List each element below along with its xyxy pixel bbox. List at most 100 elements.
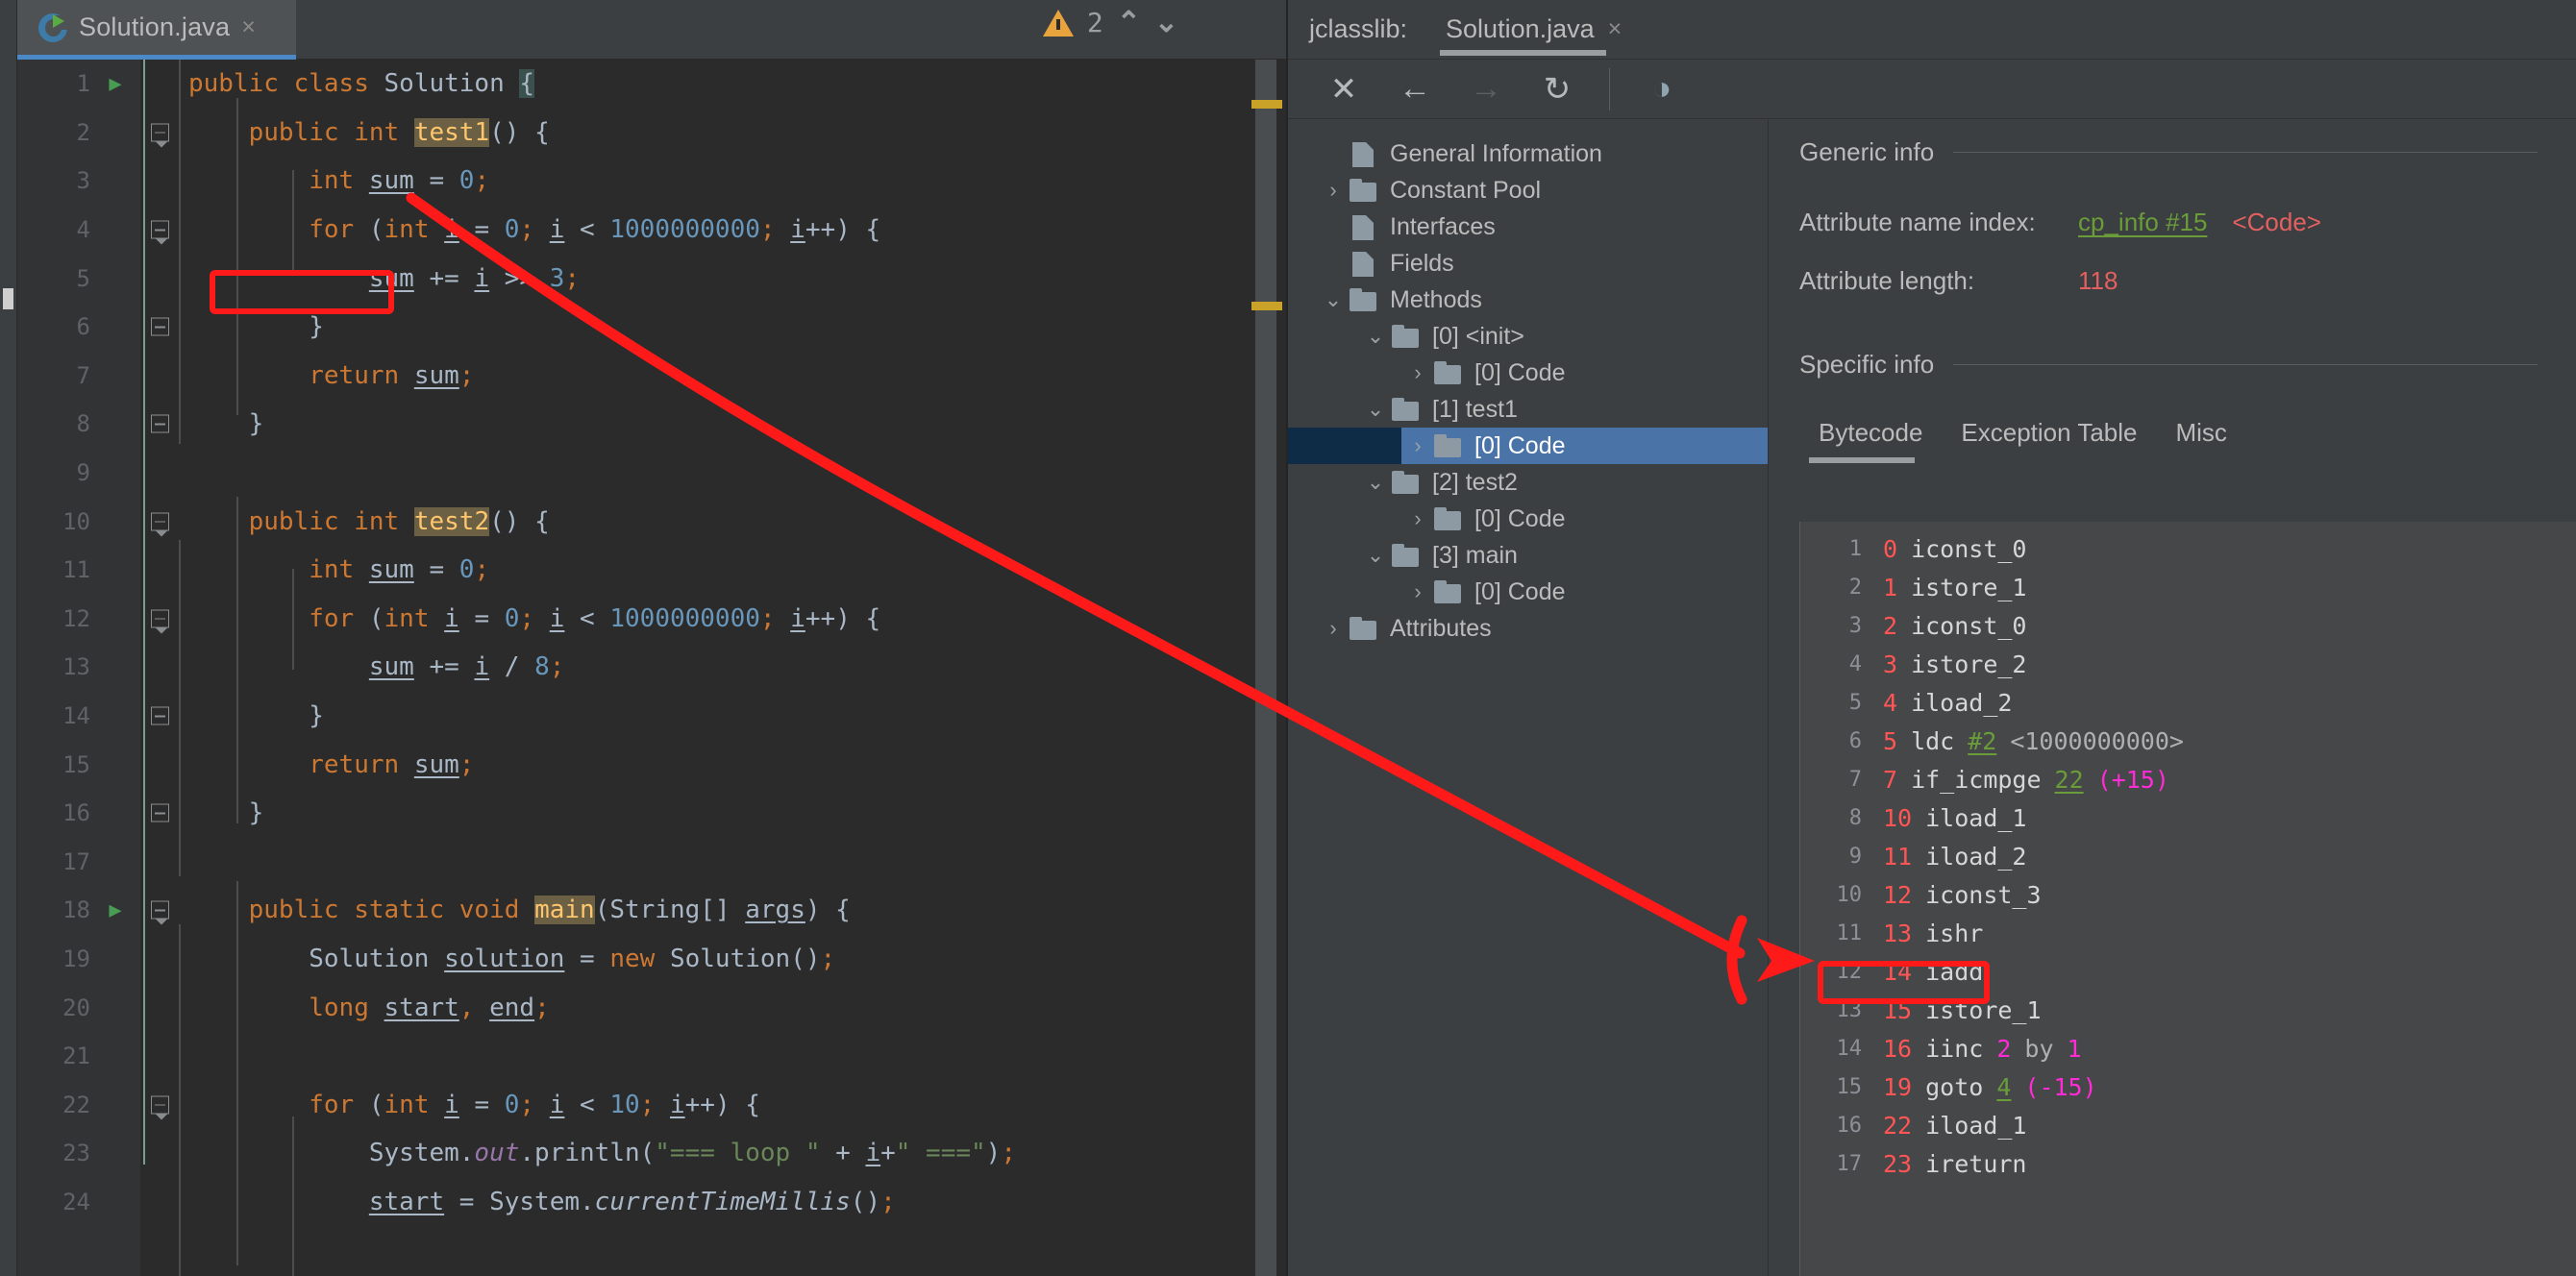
class-structure-tree[interactable]: General Information › Constant Pool Interfa…	[1288, 120, 1769, 1276]
close-icon[interactable]: ×	[241, 15, 256, 39]
code-line[interactable]: 16 }	[17, 789, 1286, 838]
tree-node-3-main[interactable]: ⌄ [3] main	[1288, 537, 1768, 574]
tree-node-0-code[interactable]: › [0] Code	[1288, 574, 1768, 610]
bytecode-line[interactable]: 11 13 ishr	[1800, 914, 2576, 952]
bytecode-opcode: iload_1	[1925, 803, 2027, 832]
error-stripe-scrollbar[interactable]	[1251, 60, 1286, 1276]
chevron-right-icon[interactable]: ›	[1401, 506, 1434, 531]
chevron-down-icon[interactable]: ⌄	[1359, 397, 1392, 422]
code-line[interactable]: 13 sum += i / 8;	[17, 643, 1286, 692]
bytecode-line[interactable]: 1 0 iconst_0	[1800, 529, 2576, 568]
bytecode-line[interactable]: 17 23 ireturn	[1800, 1144, 2576, 1183]
bytecode-line[interactable]: 15 19 goto 4 (-15)	[1800, 1067, 2576, 1106]
chevron-down-icon[interactable]: ⌄	[1154, 6, 1178, 39]
code-line[interactable]: 10 public int test2() {	[17, 497, 1286, 546]
tab-misc[interactable]: Misc	[2157, 412, 2246, 463]
code-line[interactable]: 19 Solution solution = new Solution();	[17, 935, 1286, 984]
code-line[interactable]: 22 for (int i = 0; i < 10; i++) {	[17, 1080, 1286, 1129]
tree-node-0-code[interactable]: › [0] Code	[1288, 355, 1768, 391]
chevron-right-icon[interactable]: ›	[1401, 360, 1434, 385]
code-line[interactable]: 17	[17, 838, 1286, 887]
reload-icon[interactable]: ↻	[1538, 70, 1576, 109]
bytecode-line[interactable]: 6 5 ldc #2 <1000000000>	[1800, 722, 2576, 760]
run-gutter-icon[interactable]: ▶	[90, 898, 140, 922]
chevron-right-icon[interactable]: ›	[1317, 178, 1350, 203]
bytecode-line[interactable]: 7 7 if_icmpge 22 (+15)	[1800, 760, 2576, 798]
bytecode-line[interactable]: 10 12 iconst_3	[1800, 875, 2576, 914]
tree-node-attributes[interactable]: › Attributes	[1288, 610, 1768, 647]
bytecode-reference[interactable]: 4	[1996, 1073, 2011, 1101]
chevron-right-icon[interactable]: ›	[1401, 579, 1434, 604]
code-line[interactable]: 14 }	[17, 692, 1286, 741]
warning-marker[interactable]	[1251, 302, 1282, 310]
editor-tab-solution-java[interactable]: Solution.java ×	[17, 0, 296, 60]
bytecode-line[interactable]: 4 3 istore_2	[1800, 645, 2576, 683]
scrollbar-thumb[interactable]	[1255, 60, 1276, 1276]
code-editor[interactable]: 1 ▶ public class Solution {2 public int te…	[17, 60, 1286, 1276]
bytecode-line[interactable]: 5 4 iload_2	[1800, 683, 2576, 722]
code-line[interactable]: 24 start = System.currentTimeMillis();	[17, 1178, 1286, 1227]
tree-node-interfaces[interactable]: Interfaces	[1288, 209, 1768, 245]
specific-info-header: Specific info	[1799, 350, 2576, 380]
code-line[interactable]: 3 int sum = 0;	[17, 157, 1286, 206]
tree-node-0-code[interactable]: › [0] Code	[1288, 428, 1768, 464]
jclasslib-tab-solution-java[interactable]: Solution.java ×	[1440, 0, 1627, 60]
chevron-down-icon[interactable]: ⌄	[1317, 287, 1350, 312]
forward-icon[interactable]: →	[1467, 70, 1505, 109]
code-line[interactable]: 18 ▶ public static void main(String[] arg…	[17, 886, 1286, 935]
warning-marker[interactable]	[1251, 100, 1282, 109]
code-line[interactable]: 6 }	[17, 303, 1286, 352]
bytecode-line[interactable]: 8 10 iload_1	[1800, 798, 2576, 837]
tree-node-0-code[interactable]: › [0] Code	[1288, 501, 1768, 537]
browse-icon[interactable]: ◑	[1643, 70, 1681, 109]
code-line[interactable]: 2 public int test1() {	[17, 109, 1286, 158]
bytecode-listing[interactable]: 1 0 iconst_0 2 1 istore_1 3 2 iconst_0 4 3 istore_2…	[1799, 522, 2576, 1276]
specific-info-title: Specific info	[1799, 350, 1935, 379]
bytecode-line[interactable]: 9 11 iload_2	[1800, 837, 2576, 875]
bytecode-line[interactable]: 14 16 iinc 2 by 1	[1800, 1029, 2576, 1067]
chevron-down-icon[interactable]: ⌄	[1359, 543, 1392, 568]
tree-node-fields[interactable]: Fields	[1288, 245, 1768, 282]
run-gutter-icon[interactable]: ▶	[90, 72, 140, 96]
cp-info-link[interactable]: cp_info #15	[2078, 208, 2207, 237]
bytecode-reference[interactable]: #2	[1968, 727, 1996, 755]
chevron-up-icon[interactable]: ⌃	[1117, 6, 1141, 39]
bytecode-line[interactable]: 3 2 iconst_0	[1800, 606, 2576, 645]
close-icon[interactable]: ✕	[1325, 70, 1363, 109]
bytecode-opcode: goto	[1925, 1072, 1984, 1101]
chevron-right-icon[interactable]: ›	[1317, 616, 1350, 641]
chevron-down-icon[interactable]: ⌄	[1359, 324, 1392, 349]
tab-bytecode[interactable]: Bytecode	[1799, 412, 1942, 463]
code-line[interactable]: 11 int sum = 0;	[17, 546, 1286, 595]
left-tool-strip[interactable]	[0, 0, 17, 1276]
chevron-down-icon[interactable]: ⌄	[1359, 470, 1392, 495]
code-line[interactable]: 1 ▶ public class Solution {	[17, 60, 1286, 109]
code-line[interactable]: 20 long start, end;	[17, 983, 1286, 1032]
code-line[interactable]: 15 return sum;	[17, 740, 1286, 789]
chevron-right-icon[interactable]: ›	[1401, 433, 1434, 458]
tree-node-methods[interactable]: ⌄ Methods	[1288, 282, 1768, 318]
tab-exception-table[interactable]: Exception Table	[1942, 412, 2156, 463]
code-line[interactable]: 21	[17, 1032, 1286, 1081]
close-icon[interactable]: ×	[1608, 15, 1622, 43]
bytecode-line[interactable]: 12 14 iadd	[1800, 952, 2576, 991]
tree-node-constant-pool[interactable]: › Constant Pool	[1288, 172, 1768, 209]
bytecode-reference[interactable]: 22	[2055, 766, 2084, 794]
bytecode-line[interactable]: 13 15 istore_1	[1800, 991, 2576, 1029]
bytecode-line[interactable]: 16 22 iload_1	[1800, 1106, 2576, 1144]
code-line[interactable]: 23 System.out.println("=== loop " + i+" …	[17, 1129, 1286, 1178]
code-line[interactable]: 7 return sum;	[17, 352, 1286, 401]
tree-node-2-test2[interactable]: ⌄ [2] test2	[1288, 464, 1768, 501]
tree-node-general-information[interactable]: General Information	[1288, 135, 1768, 172]
code-line[interactable]: 4 for (int i = 0; i < 1000000000; i++) {	[17, 206, 1286, 255]
code-line[interactable]: 12 for (int i = 0; i < 1000000000; i++) …	[17, 595, 1286, 644]
back-icon[interactable]: ←	[1396, 70, 1434, 109]
bytecode-line[interactable]: 2 1 istore_1	[1800, 568, 2576, 606]
tree-node-1-test1[interactable]: ⌄ [1] test1	[1288, 391, 1768, 428]
code-line[interactable]: 9	[17, 449, 1286, 498]
tree-node-0-init[interactable]: ⌄ [0] <init>	[1288, 318, 1768, 355]
code-line[interactable]: 5 sum += i >> 3;	[17, 254, 1286, 303]
code-line[interactable]: 8 }	[17, 400, 1286, 449]
